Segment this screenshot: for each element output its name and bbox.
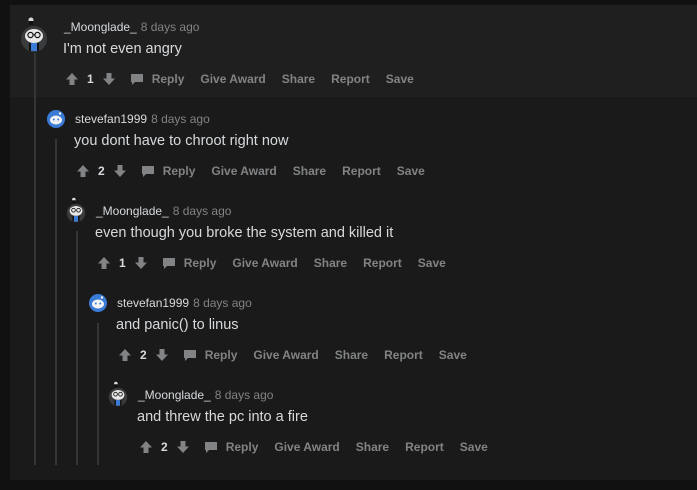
report-button[interactable]: Report <box>342 164 381 178</box>
downvote-arrow-icon[interactable] <box>176 440 190 454</box>
timestamp[interactable]: 8 days ago <box>193 296 252 310</box>
report-button[interactable]: Report <box>363 256 402 270</box>
give-award-button[interactable]: Give Award <box>253 348 318 362</box>
save-button[interactable]: Save <box>460 440 488 454</box>
thread-line-level-3[interactable] <box>76 231 78 465</box>
comment-bubble-icon <box>204 441 218 454</box>
reply-label: Reply <box>151 72 185 86</box>
vote-score: 2 <box>98 164 105 178</box>
reply-label: Reply <box>204 348 238 362</box>
comment-body: and threw the pc into a fire <box>137 409 308 425</box>
downvote-arrow-icon[interactable] <box>134 256 148 270</box>
upvote-arrow-icon[interactable] <box>139 440 153 454</box>
moonglade-avatar-icon[interactable] <box>108 380 128 407</box>
author-link[interactable]: _Moonglade_ <box>96 204 169 218</box>
reply-button[interactable]: Reply <box>204 440 259 454</box>
author-link[interactable]: stevefan1999 <box>75 112 147 126</box>
save-button[interactable]: Save <box>439 348 467 362</box>
downvote-arrow-icon[interactable] <box>102 72 116 86</box>
share-button[interactable]: Share <box>314 256 347 270</box>
vote-score: 2 <box>161 440 168 454</box>
comment-actions: 2 Reply Give Award Share Report Save <box>76 164 441 178</box>
thread-line-level-4[interactable] <box>97 323 99 465</box>
reply-label: Reply <box>183 256 217 270</box>
save-button[interactable]: Save <box>418 256 446 270</box>
timestamp[interactable]: 8 days ago <box>141 20 200 34</box>
comment-thread: _Moonglade_ 8 days ago I'm not even angry… <box>10 5 697 480</box>
comment-actions: 1 Reply Give Award Share Report Save <box>97 256 462 270</box>
report-button[interactable]: Report <box>384 348 423 362</box>
comment-meta: stevefan1999 8 days ago <box>75 112 210 126</box>
upvote-arrow-icon[interactable] <box>76 164 90 178</box>
give-award-button[interactable]: Give Award <box>211 164 276 178</box>
share-button[interactable]: Share <box>282 72 315 86</box>
author-link[interactable]: stevefan1999 <box>117 296 189 310</box>
reply-button[interactable]: Reply <box>130 72 185 86</box>
comment-meta: _Moonglade_ 8 days ago <box>96 204 231 218</box>
report-button[interactable]: Report <box>331 72 370 86</box>
timestamp[interactable]: 8 days ago <box>173 204 232 218</box>
comment-body: I'm not even angry <box>63 41 182 57</box>
timestamp[interactable]: 8 days ago <box>151 112 210 126</box>
give-award-button[interactable]: Give Award <box>232 256 297 270</box>
report-button[interactable]: Report <box>405 440 444 454</box>
comment-meta: stevefan1999 8 days ago <box>117 296 252 310</box>
snoo-avatar-icon[interactable] <box>89 294 107 312</box>
timestamp[interactable]: 8 days ago <box>215 388 274 402</box>
author-link[interactable]: _Moonglade_ <box>64 20 137 34</box>
comment-actions: 2 Reply Give Award Share Report Save <box>139 440 504 454</box>
reply-button[interactable]: Reply <box>141 164 196 178</box>
share-button[interactable]: Share <box>293 164 326 178</box>
comment-bubble-icon <box>141 165 155 178</box>
comment-body: and panic() to linus <box>116 317 239 333</box>
reply-label: Reply <box>162 164 196 178</box>
save-button[interactable]: Save <box>386 72 414 86</box>
thread-line-level-2[interactable] <box>55 139 57 465</box>
give-award-button[interactable]: Give Award <box>274 440 339 454</box>
reply-label: Reply <box>225 440 259 454</box>
thread-line-level-1[interactable] <box>34 53 36 465</box>
downvote-arrow-icon[interactable] <box>155 348 169 362</box>
reply-button[interactable]: Reply <box>162 256 217 270</box>
moonglade-avatar-icon[interactable] <box>66 196 86 223</box>
share-button[interactable]: Share <box>335 348 368 362</box>
comment-meta: _Moonglade_ 8 days ago <box>138 388 273 402</box>
upvote-arrow-icon[interactable] <box>118 348 132 362</box>
vote-score: 2 <box>140 348 147 362</box>
share-button[interactable]: Share <box>356 440 389 454</box>
save-button[interactable]: Save <box>397 164 425 178</box>
upvote-arrow-icon[interactable] <box>97 256 111 270</box>
comment-bubble-icon <box>130 73 144 86</box>
comment-body: even though you broke the system and kil… <box>95 225 394 241</box>
comment-body: you dont have to chroot right now <box>74 133 289 149</box>
vote-score: 1 <box>119 256 126 270</box>
downvote-arrow-icon[interactable] <box>113 164 127 178</box>
comment-bubble-icon <box>183 349 197 362</box>
comment-bubble-icon <box>162 257 176 270</box>
moonglade-avatar-icon[interactable] <box>20 15 48 53</box>
snoo-avatar-icon[interactable] <box>47 110 65 128</box>
comment-meta: _Moonglade_ 8 days ago <box>64 20 199 34</box>
give-award-button[interactable]: Give Award <box>200 72 265 86</box>
vote-score: 1 <box>87 72 94 86</box>
comment-actions: 1 Reply Give Award Share Report Save <box>65 72 430 86</box>
reply-button[interactable]: Reply <box>183 348 238 362</box>
upvote-arrow-icon[interactable] <box>65 72 79 86</box>
author-link[interactable]: _Moonglade_ <box>138 388 211 402</box>
comment-actions: 2 Reply Give Award Share Report Save <box>118 348 483 362</box>
